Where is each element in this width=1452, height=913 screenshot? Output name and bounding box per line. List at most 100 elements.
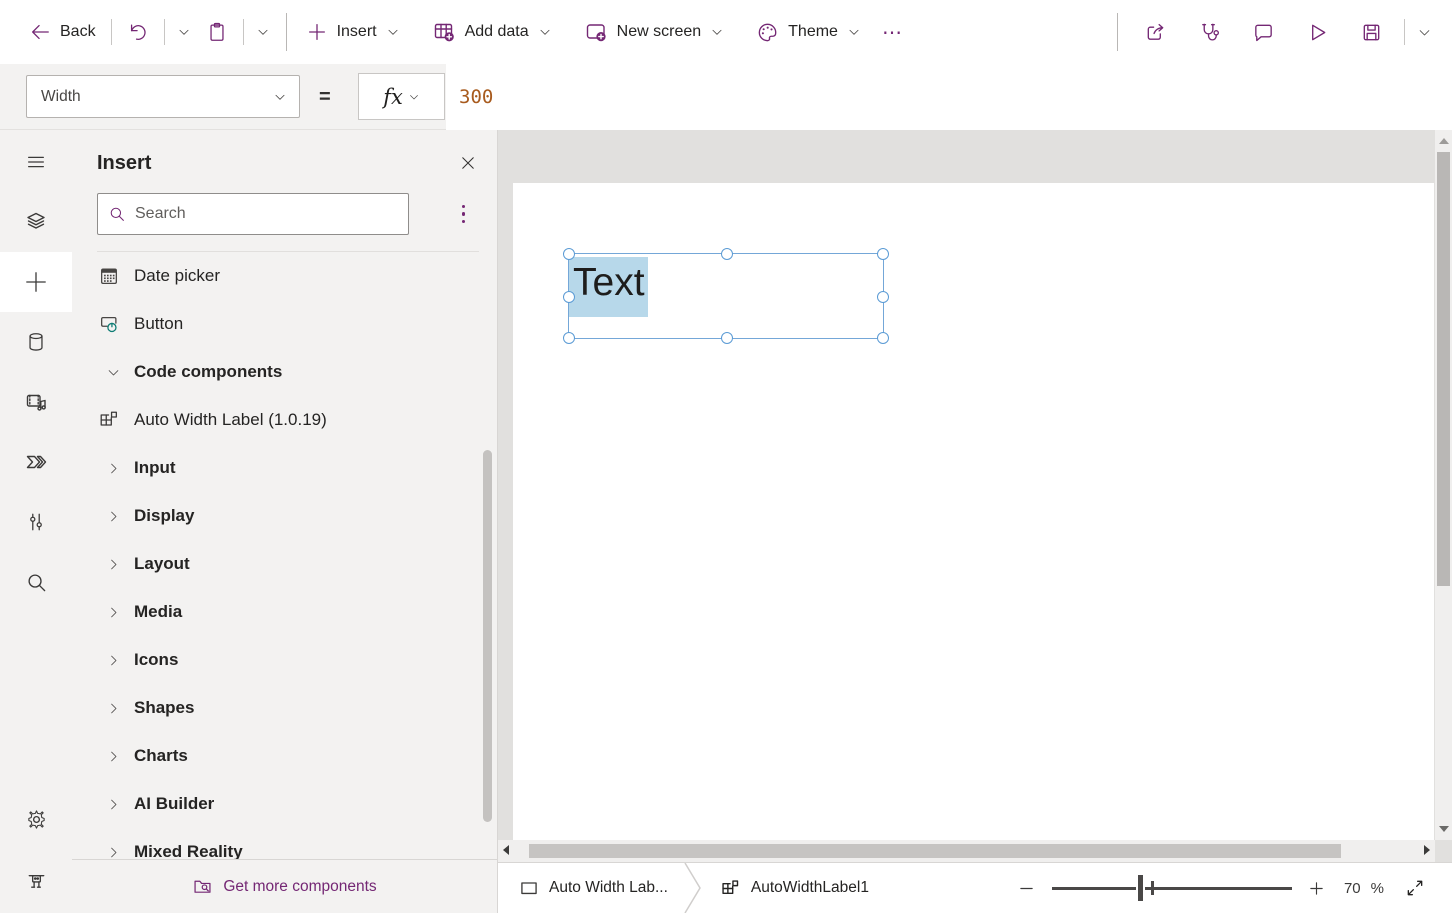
stethoscope-icon — [1198, 21, 1221, 44]
insert-category-label: Code components — [134, 362, 282, 382]
insert-category-layout[interactable]: Layout — [72, 540, 497, 588]
panel-overflow-button[interactable] — [456, 199, 472, 230]
scroll-down-arrow[interactable] — [1439, 826, 1449, 832]
insert-menu-button[interactable]: Insert — [297, 12, 409, 52]
paste-icon — [206, 21, 228, 43]
insert-item-label: Date picker — [134, 266, 220, 286]
rail-item-insert[interactable] — [0, 252, 72, 312]
fx-dropdown-button[interactable]: fx — [358, 73, 445, 120]
breadcrumb-control[interactable]: AutoWidthLabel1 — [704, 878, 883, 899]
insert-item-button[interactable]: Button — [72, 300, 497, 348]
resize-handle-top-right[interactable] — [877, 248, 889, 260]
property-dropdown[interactable]: Width — [26, 75, 300, 118]
save-icon — [1360, 21, 1383, 44]
rail-item-tree-view[interactable] — [0, 192, 72, 252]
selected-control[interactable]: Text — [568, 253, 884, 339]
rail-spacer — [0, 612, 72, 789]
rail-item-power-automate[interactable] — [0, 432, 72, 492]
add-data-button[interactable]: Add data — [423, 12, 561, 52]
rail-item-menu[interactable] — [0, 132, 72, 192]
insert-category-display[interactable]: Display — [72, 492, 497, 540]
app-checker-button[interactable] — [1189, 12, 1229, 52]
zoom-out-button[interactable] — [1010, 871, 1044, 905]
zoom-value: 70 — [1344, 880, 1361, 897]
zoom-in-button[interactable] — [1300, 871, 1334, 905]
insert-category-code-components[interactable]: Code components — [72, 348, 497, 396]
status-bar: Auto Width Lab... AutoWidthLabel1 — [498, 862, 1452, 913]
resize-handle-top-left[interactable] — [563, 248, 575, 260]
advanced-tools-icon — [25, 511, 47, 533]
rail-item-search[interactable] — [0, 552, 72, 612]
resize-handle-middle-left[interactable] — [563, 291, 575, 303]
save-options-chevron[interactable] — [1411, 12, 1438, 52]
insert-category-label: Display — [134, 506, 194, 526]
fx-icon: fx — [383, 85, 403, 109]
canvas-vertical-scrollbar[interactable] — [1435, 130, 1452, 840]
toolbar-overflow-button[interactable]: ⋯ — [870, 20, 916, 45]
insert-category-mixed-reality[interactable]: Mixed Reality — [72, 828, 497, 859]
undo-menu-chevron[interactable] — [171, 12, 197, 52]
preview-button[interactable] — [1297, 12, 1337, 52]
zoom-slider-thumb[interactable] — [1136, 873, 1145, 903]
insert-category-ai-builder[interactable]: AI Builder — [72, 780, 497, 828]
chevron-right-icon — [97, 653, 121, 668]
resize-handle-middle-right[interactable] — [877, 291, 889, 303]
resize-handle-bottom-left[interactable] — [563, 332, 575, 344]
theme-button[interactable]: Theme — [747, 12, 870, 52]
panel-scrollbar-thumb[interactable] — [483, 450, 492, 822]
close-panel-button[interactable] — [457, 152, 479, 174]
fit-to-screen-button[interactable] — [1398, 871, 1432, 905]
chevron-right-icon — [97, 557, 121, 572]
resize-handle-bottom-center[interactable] — [721, 332, 733, 344]
scroll-left-arrow[interactable] — [503, 845, 509, 855]
save-button[interactable] — [1351, 12, 1391, 52]
undo-button[interactable] — [118, 12, 158, 52]
insert-category-label: Charts — [134, 746, 188, 766]
comments-button[interactable] — [1243, 12, 1283, 52]
theme-palette-icon — [756, 21, 779, 44]
rail-item-tests[interactable] — [0, 849, 72, 909]
insert-item-auto-width-label[interactable]: Auto Width Label (1.0.19) — [72, 396, 497, 444]
rail-item-advanced-tools[interactable] — [0, 492, 72, 552]
resize-handle-bottom-right[interactable] — [877, 332, 889, 344]
breadcrumb-screen[interactable]: Auto Width Lab... — [498, 878, 682, 898]
back-button[interactable]: Back — [20, 12, 105, 52]
insert-item-date-picker[interactable]: Date picker — [72, 252, 497, 300]
expand-icon — [1405, 878, 1425, 898]
settings-gear-icon — [25, 808, 48, 831]
code-component-icon — [97, 409, 121, 431]
hamburger-menu-icon — [25, 151, 47, 173]
zoom-slider-track[interactable] — [1052, 887, 1292, 891]
search-input[interactable] — [135, 205, 398, 223]
get-more-components-button[interactable]: Get more components — [72, 859, 497, 913]
formula-input[interactable]: 300 — [446, 64, 1452, 130]
canvas-horizontal-scrollbar[interactable] — [498, 840, 1435, 862]
chevron-down-icon — [273, 90, 287, 104]
insert-category-charts[interactable]: Charts — [72, 732, 497, 780]
chevron-down-icon — [1417, 25, 1432, 40]
vertical-scrollbar-thumb[interactable] — [1437, 152, 1450, 586]
toolbar-right-group — [1107, 12, 1438, 52]
insert-category-icons[interactable]: Icons — [72, 636, 497, 684]
breadcrumb-control-label: AutoWidthLabel1 — [751, 879, 869, 897]
chevron-down-icon — [710, 25, 724, 39]
scroll-up-arrow[interactable] — [1439, 138, 1449, 144]
new-screen-button[interactable]: New screen — [575, 12, 733, 52]
back-arrow-icon — [29, 21, 51, 43]
share-button[interactable] — [1135, 12, 1175, 52]
paste-button[interactable] — [197, 12, 237, 52]
insert-category-shapes[interactable]: Shapes — [72, 684, 497, 732]
component-search-box[interactable] — [97, 193, 409, 235]
paste-menu-chevron[interactable] — [250, 12, 276, 52]
horizontal-scrollbar-thumb[interactable] — [529, 844, 1341, 858]
zoom-slider[interactable] — [1052, 871, 1292, 905]
insert-category-input[interactable]: Input — [72, 444, 497, 492]
scroll-right-arrow[interactable] — [1424, 845, 1430, 855]
insert-category-label: Media — [134, 602, 182, 622]
insert-category-label: Layout — [134, 554, 190, 574]
rail-item-media[interactable] — [0, 372, 72, 432]
rail-item-settings[interactable] — [0, 789, 72, 849]
insert-category-media[interactable]: Media — [72, 588, 497, 636]
rail-item-data[interactable] — [0, 312, 72, 372]
resize-handle-top-center[interactable] — [721, 248, 733, 260]
